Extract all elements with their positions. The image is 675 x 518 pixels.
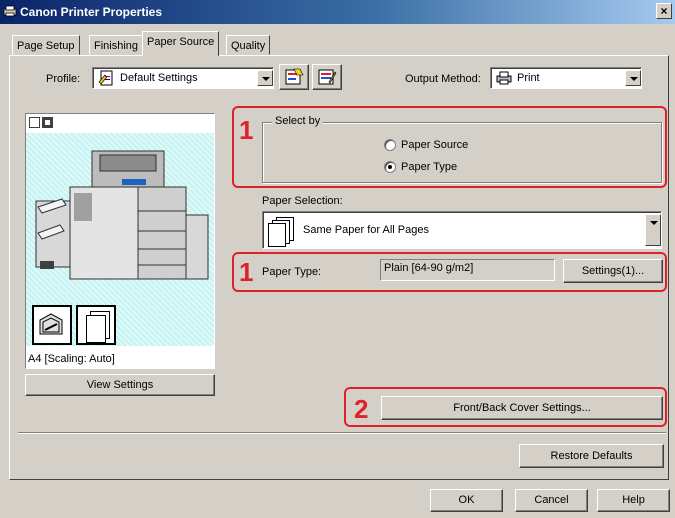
front-back-cover-settings-button[interactable]: Front/Back Cover Settings... [381,396,663,420]
printer-icon [3,5,17,17]
preview-mode-printer-icon[interactable] [29,117,40,128]
restore-defaults-button[interactable]: Restore Defaults [519,444,664,468]
callout-number-1b: 1 [239,257,254,287]
printer-illustration-icon [35,150,209,280]
output-method-dropdown-arrow[interactable] [625,70,641,86]
duplex-mode-icon [32,305,72,345]
profile-select[interactable]: Default Settings [92,67,274,89]
callout-number-2: 2 [354,394,369,424]
select-by-legend: Select by [272,115,324,127]
panel-separator [18,432,666,434]
paper-selection-dropdown-arrow[interactable] [645,214,661,246]
paper-type-settings-button[interactable]: Settings(1)... [563,259,663,283]
profile-label: Profile: [46,73,81,85]
title-bar: Canon Printer Properties × [0,0,675,24]
select-by-group [262,122,662,183]
tab-quality[interactable]: Quality [226,35,271,55]
tab-page-setup[interactable]: Page Setup [12,35,80,55]
paper-selection-select[interactable]: Same Paper for All Pages [262,211,662,249]
cancel-button[interactable]: Cancel [515,489,588,512]
paper-source-radio[interactable] [384,139,396,151]
output-method-select[interactable]: Print [490,67,642,89]
preview-mode-layout-icon[interactable] [42,117,53,128]
paper-type-label: Paper Type: [262,266,322,278]
profile-add-button[interactable] [279,64,309,90]
edit-profile-icon [318,69,337,85]
print-icon [496,71,512,85]
ok-button[interactable]: OK [430,489,503,512]
paper-type-radio-label[interactable]: Paper Type [401,161,457,173]
paper-selection-value: Same Paper for All Pages [303,224,429,236]
preview-caption: A4 [Scaling: Auto] [28,353,115,365]
profile-icon [98,70,113,86]
profile-value: Default Settings [120,72,198,84]
view-settings-button[interactable]: View Settings [25,374,215,396]
window-title: Canon Printer Properties [20,5,163,19]
profile-dropdown-arrow[interactable] [257,70,273,86]
paper-selection-label: Paper Selection: [262,195,343,207]
paper-source-radio-label[interactable]: Paper Source [401,139,468,151]
help-button[interactable]: Help [597,489,670,512]
same-paper-icon [268,216,294,247]
paper-type-value: Plain [64-90 g/m2] [380,259,555,281]
profile-edit-button[interactable] [312,64,342,90]
add-profile-icon [285,68,304,85]
callout-number-1a: 1 [239,115,254,145]
output-method-value: Print [517,72,540,84]
tab-paper-source[interactable]: Paper Source [142,31,220,56]
paper-type-radio[interactable] [384,161,396,173]
tab-finishing[interactable]: Finishing [89,35,144,55]
page-layout-icon [76,305,116,345]
close-button[interactable]: × [656,3,672,19]
output-method-label: Output Method: [405,73,481,85]
